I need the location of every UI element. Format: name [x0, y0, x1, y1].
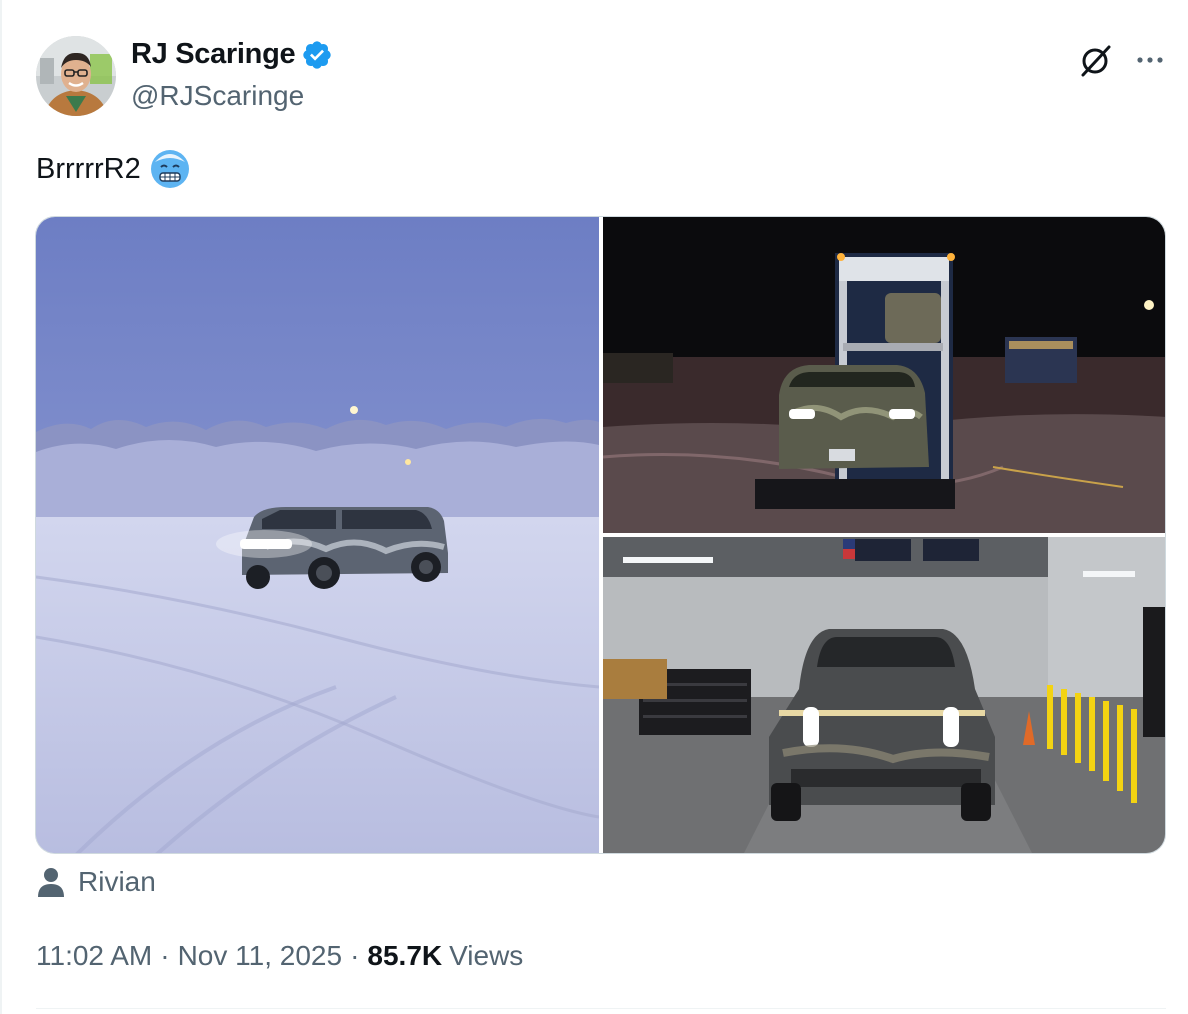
avatar-image	[36, 36, 116, 116]
author-handle[interactable]: @RJScaringe	[131, 80, 304, 112]
separator-dot: ·	[160, 940, 170, 971]
photo-snowy-field[interactable]	[36, 217, 599, 853]
tagged-user[interactable]: Rivian	[36, 866, 156, 898]
divider	[36, 1008, 1166, 1009]
display-name[interactable]: RJ Scaringe	[131, 38, 296, 71]
tweet-text-content: BrrrrrR2	[36, 152, 141, 185]
author-name-row: RJ Scaringe	[131, 38, 333, 71]
left-border	[0, 0, 2, 1014]
timestamp-date[interactable]: Nov 11, 2025	[178, 940, 343, 972]
tagged-user-label: Rivian	[78, 866, 156, 897]
more-dots-icon[interactable]	[1132, 44, 1168, 76]
views-label: Views	[449, 940, 524, 971]
verified-badge-icon[interactable]	[301, 39, 333, 71]
timestamp-time[interactable]: 11:02 AM	[36, 940, 152, 972]
separator-dot: ·	[350, 940, 360, 971]
photo-garage[interactable]	[603, 537, 1165, 853]
cold-face-emoji	[149, 148, 191, 190]
person-icon	[36, 866, 66, 898]
grok-icon[interactable]	[1078, 42, 1114, 78]
tweet-meta: 11:02 AM · Nov 11, 2025 · 85.7K Views	[36, 940, 523, 972]
tweet-text: BrrrrrR2	[36, 148, 191, 190]
tweet-header: RJ Scaringe @RJScaringe	[36, 36, 1166, 118]
photo-night-transporter[interactable]	[603, 217, 1165, 533]
avatar[interactable]	[36, 36, 116, 116]
views-count[interactable]: 85.7K	[367, 940, 442, 972]
media-grid	[35, 216, 1166, 854]
